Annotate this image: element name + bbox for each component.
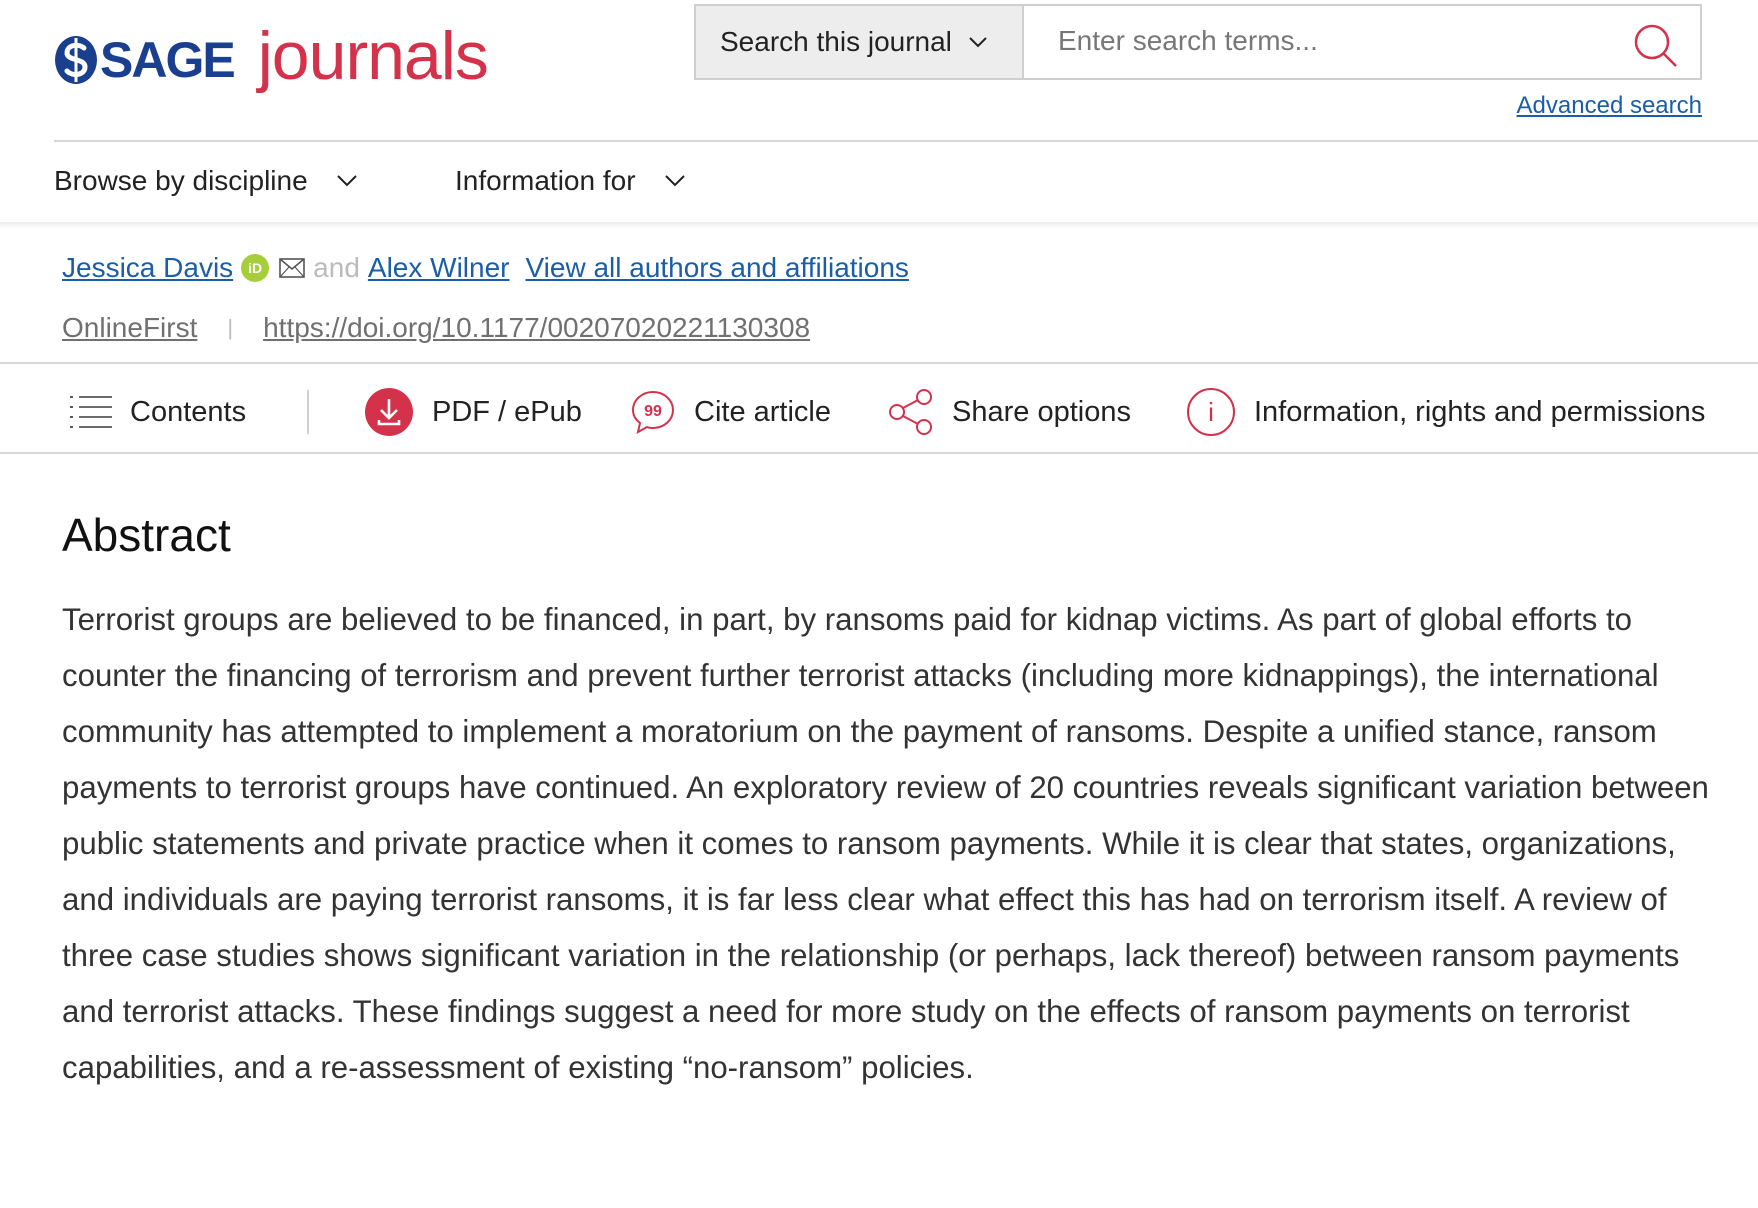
abstract-heading: Abstract — [62, 509, 231, 561]
pdf-epub-label: PDF / ePub — [432, 395, 582, 428]
list-icon — [70, 395, 112, 429]
download-icon — [364, 387, 414, 437]
author-link-alex-wilner[interactable]: Alex Wilner — [368, 252, 510, 284]
share-options-label: Share options — [952, 395, 1131, 428]
author-link-jessica-davis[interactable]: Jessica Davis — [62, 252, 233, 284]
sage-s-icon — [55, 36, 97, 84]
view-all-authors-link[interactable]: View all authors and affiliations — [525, 252, 908, 284]
chevron-down-icon — [336, 175, 357, 187]
nav-info-label: Information for — [455, 165, 636, 196]
journals-text: journals — [257, 18, 489, 94]
nav-browse-label: Browse by discipline — [54, 165, 308, 196]
nav-shadow — [0, 222, 1758, 228]
sage-text: SAGE — [100, 32, 236, 88]
doi-link[interactable]: https://doi.org/10.1177/0020702022113030… — [263, 312, 810, 344]
search-box — [1024, 4, 1702, 80]
toolbar-separator — [307, 390, 309, 434]
cite-article-label: Cite article — [694, 395, 831, 428]
share-options-button[interactable]: Share options — [888, 384, 1131, 440]
search-icon — [1634, 24, 1677, 67]
article-meta: OnlineFirst | https://doi.org/10.1177/00… — [62, 308, 810, 348]
cite-article-button[interactable]: 99 Cite article — [630, 384, 831, 440]
sage-wordmark: SAGE — [54, 31, 236, 89]
sage-journals-logo[interactable]: SAGE journals — [54, 18, 489, 96]
search-input[interactable] — [1024, 6, 1618, 76]
online-first-link[interactable]: OnlineFirst — [62, 312, 197, 344]
abstract-text: Terrorist groups are believed to be fina… — [62, 602, 1709, 1085]
nav-information-for[interactable]: Information for — [455, 160, 686, 202]
share-icon — [888, 388, 934, 436]
email-icon[interactable] — [279, 258, 305, 278]
toolbar-top-divider — [0, 362, 1758, 364]
header-divider — [54, 140, 1758, 142]
pdf-epub-button[interactable]: PDF / ePub — [364, 384, 582, 440]
contents-label: Contents — [130, 395, 247, 428]
chevron-down-icon — [664, 175, 685, 187]
meta-separator: | — [227, 315, 234, 340]
chevron-down-icon — [969, 37, 987, 48]
svg-text:99: 99 — [644, 403, 662, 420]
nav-browse-by-discipline[interactable]: Browse by discipline — [54, 160, 358, 202]
and-text: and — [313, 252, 360, 283]
contents-button[interactable]: Contents — [70, 384, 246, 440]
information-rights-label: Information, rights and permissions — [1254, 395, 1706, 428]
quote-icon: 99 — [630, 389, 676, 435]
advanced-search-link[interactable]: Advanced search — [1517, 92, 1702, 120]
info-icon: i — [1186, 387, 1236, 437]
orcid-icon[interactable]: iD — [241, 254, 270, 282]
search-button[interactable] — [1632, 22, 1680, 70]
svg-text:i: i — [1208, 397, 1214, 427]
search-scope-label: Search this journal — [720, 26, 952, 57]
toolbar-bottom-divider — [0, 452, 1758, 454]
information-rights-permissions-button[interactable]: i Information, rights and permissions — [1186, 384, 1705, 440]
author-line: Jessica Davis iD and Alex Wilner View al… — [62, 248, 909, 288]
search-scope-dropdown[interactable]: Search this journal — [694, 4, 1024, 80]
